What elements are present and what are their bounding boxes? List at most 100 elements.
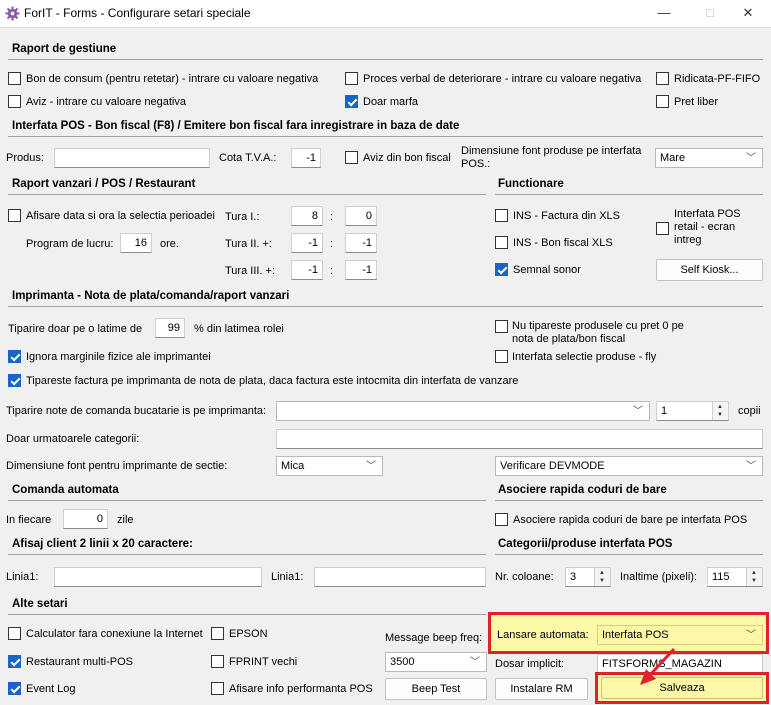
aviz-label: Aviz - intrare cu valoare negativa	[26, 96, 186, 108]
afisare-data-label: Afisare data si ora la selectia perioade…	[26, 210, 215, 222]
program-lucru-input[interactable]: 16	[120, 233, 152, 253]
instalare-rm-button[interactable]: Instalare RM	[495, 678, 588, 700]
section-raport-vanzari: Raport vanzari / POS / Restaurant	[12, 178, 196, 190]
dosar-implicit-input[interactable]: FITSFORMS_MAGAZIN	[597, 654, 763, 674]
proces-verbal-checkbox[interactable]	[345, 72, 358, 85]
comanda-automata-input[interactable]: 0	[63, 509, 108, 529]
tura1-start-input[interactable]: 8	[291, 206, 323, 226]
chevron-down-icon: ﹀	[746, 461, 756, 472]
bon-consum-checkbox[interactable]	[8, 72, 21, 85]
event-log-label: Event Log	[26, 683, 76, 695]
chevron-down-icon: ﹀	[470, 657, 480, 668]
fprint-vechi-checkbox[interactable]	[211, 655, 224, 668]
dim-font-pos-value: Mare	[660, 152, 686, 164]
linia2-label: Linia1:	[271, 571, 304, 583]
inaltime-spinner[interactable]: 115 ▲ ▼	[707, 567, 763, 587]
event-log-checkbox[interactable]	[8, 682, 21, 695]
asociere-label: Asociere rapida coduri de bare pe interf…	[513, 514, 748, 526]
copii-spinner[interactable]: 1 ▲ ▼	[656, 401, 729, 421]
dim-font-pos-select[interactable]: Mare ﹀	[655, 148, 763, 168]
afisare-data-checkbox[interactable]	[8, 209, 21, 222]
calculator-checkbox[interactable]	[8, 627, 21, 640]
tura2-end-input[interactable]: -1	[345, 233, 377, 253]
doar-marfa-label: Doar marfa	[363, 96, 419, 108]
beep-test-button[interactable]: Beep Test	[385, 678, 487, 700]
ins-bon-checkbox[interactable]	[495, 236, 508, 249]
lansare-automata-select[interactable]: Interfata POS ﹀	[597, 625, 763, 645]
proces-verbal-label: Proces verbal de deteriorare - intrare c…	[363, 73, 642, 85]
interfata-retail-label: Interfata POS retail - ecran intreg	[674, 208, 741, 246]
asociere-checkbox[interactable]	[495, 513, 508, 526]
tiparire-latime-input[interactable]: 99	[155, 318, 185, 338]
dim-font-pos-label: Dimensiune font produse pe interfata POS…	[461, 145, 642, 170]
aviz-checkbox[interactable]	[8, 95, 21, 108]
cota-tva-input[interactable]: -1	[291, 148, 321, 168]
bon-consum-label: Bon de consum (pentru retetar) - intrare…	[26, 73, 319, 85]
ignora-margini-checkbox[interactable]	[8, 350, 21, 363]
categorii-input[interactable]	[276, 429, 763, 449]
program-lucru-label: Program de lucru:	[26, 238, 114, 250]
ridicata-checkbox[interactable]	[656, 72, 669, 85]
aviz-bon-checkbox[interactable]	[345, 151, 358, 164]
nu-tipareste-checkbox[interactable]	[495, 320, 508, 333]
ins-bon-label: INS - Bon fiscal XLS	[513, 237, 613, 249]
message-beep-value: 3500	[390, 656, 415, 668]
produs-input[interactable]	[54, 148, 210, 168]
interfata-retail-checkbox[interactable]	[656, 222, 669, 235]
tura2-start-input[interactable]: -1	[291, 233, 323, 253]
chevron-down-icon: ﹀	[366, 461, 376, 472]
chevron-down-icon: ﹀	[746, 153, 756, 164]
copii-value: 1	[661, 405, 668, 417]
doar-marfa-checkbox[interactable]	[345, 95, 358, 108]
divider	[495, 554, 763, 555]
inaltime-value: 115	[712, 571, 730, 583]
message-beep-select[interactable]: 3500 ﹀	[385, 652, 487, 672]
semnal-sonor-checkbox[interactable]	[495, 263, 508, 276]
tura1-end-input[interactable]: 0	[345, 206, 377, 226]
categorii-label: Doar urmatoarele categorii:	[6, 433, 140, 445]
self-kiosk-button[interactable]: Self Kiosk...	[656, 259, 763, 281]
verificare-devmode-select[interactable]: Verificare DEVMODE ﹀	[495, 456, 763, 476]
verificare-devmode-value: Verificare DEVMODE	[500, 460, 605, 472]
fprint-vechi-label: FPRINT vechi	[229, 656, 298, 668]
note-comanda-printer-select[interactable]: ﹀	[276, 401, 650, 421]
section-asociere: Asociere rapida coduri de bare	[498, 484, 667, 496]
dim-font-sectie-value: Mica	[281, 460, 305, 472]
cota-tva-label: Cota T.V.A.:	[219, 152, 277, 164]
tura1-label: Tura I.:	[225, 211, 260, 223]
tura2-colon: :	[330, 238, 334, 250]
linia1-label: Linia1:	[6, 571, 39, 583]
tura3-label: Tura III. +:	[225, 265, 276, 277]
close-button[interactable]: ✕	[725, 0, 771, 28]
minimize-button[interactable]: —	[641, 0, 687, 28]
section-interfata-pos: Interfata POS - Bon fiscal (F8) / Emiter…	[12, 120, 460, 132]
section-functionare: Functionare	[498, 178, 564, 190]
interfata-fly-checkbox[interactable]	[495, 350, 508, 363]
tura3-end-input[interactable]: -1	[345, 260, 377, 280]
nr-coloane-spinner[interactable]: 3 ▲ ▼	[565, 567, 611, 587]
divider	[495, 194, 763, 195]
afisare-info-checkbox[interactable]	[211, 682, 224, 695]
afisare-info-label: Afisare info performanta POS	[229, 683, 373, 695]
pret-liber-checkbox[interactable]	[656, 95, 669, 108]
salveaza-button[interactable]: Salveaza	[601, 677, 763, 699]
inaltime-label: Inaltime (pixeli):	[620, 571, 698, 583]
restaurant-multi-pos-checkbox[interactable]	[8, 655, 21, 668]
tura3-start-input[interactable]: -1	[291, 260, 323, 280]
spinner-arrows[interactable]: ▲ ▼	[594, 568, 610, 586]
spinner-arrows[interactable]: ▲ ▼	[712, 402, 728, 420]
ignora-margini-label: Ignora marginile fizice ale imprimantei	[26, 351, 211, 363]
tura1-colon: :	[330, 211, 334, 223]
tipareste-factura-checkbox[interactable]	[8, 374, 21, 387]
dim-font-sectie-select[interactable]: Mica ﹀	[276, 456, 383, 476]
interfata-fly-label: Interfata selectie produse - fly	[512, 351, 657, 363]
ins-xls-label: INS - Factura din XLS	[513, 210, 620, 222]
restaurant-multi-pos-label: Restaurant multi-POS	[26, 656, 133, 668]
chevron-down-icon: ﹀	[746, 630, 756, 641]
ins-xls-checkbox[interactable]	[495, 209, 508, 222]
spinner-arrows[interactable]: ▲ ▼	[746, 568, 762, 586]
epson-checkbox[interactable]	[211, 627, 224, 640]
dim-font-sectie-label: Dimensiune font pentru imprimante de sec…	[6, 460, 228, 472]
linia2-input[interactable]	[314, 567, 486, 587]
linia1-input[interactable]	[54, 567, 262, 587]
